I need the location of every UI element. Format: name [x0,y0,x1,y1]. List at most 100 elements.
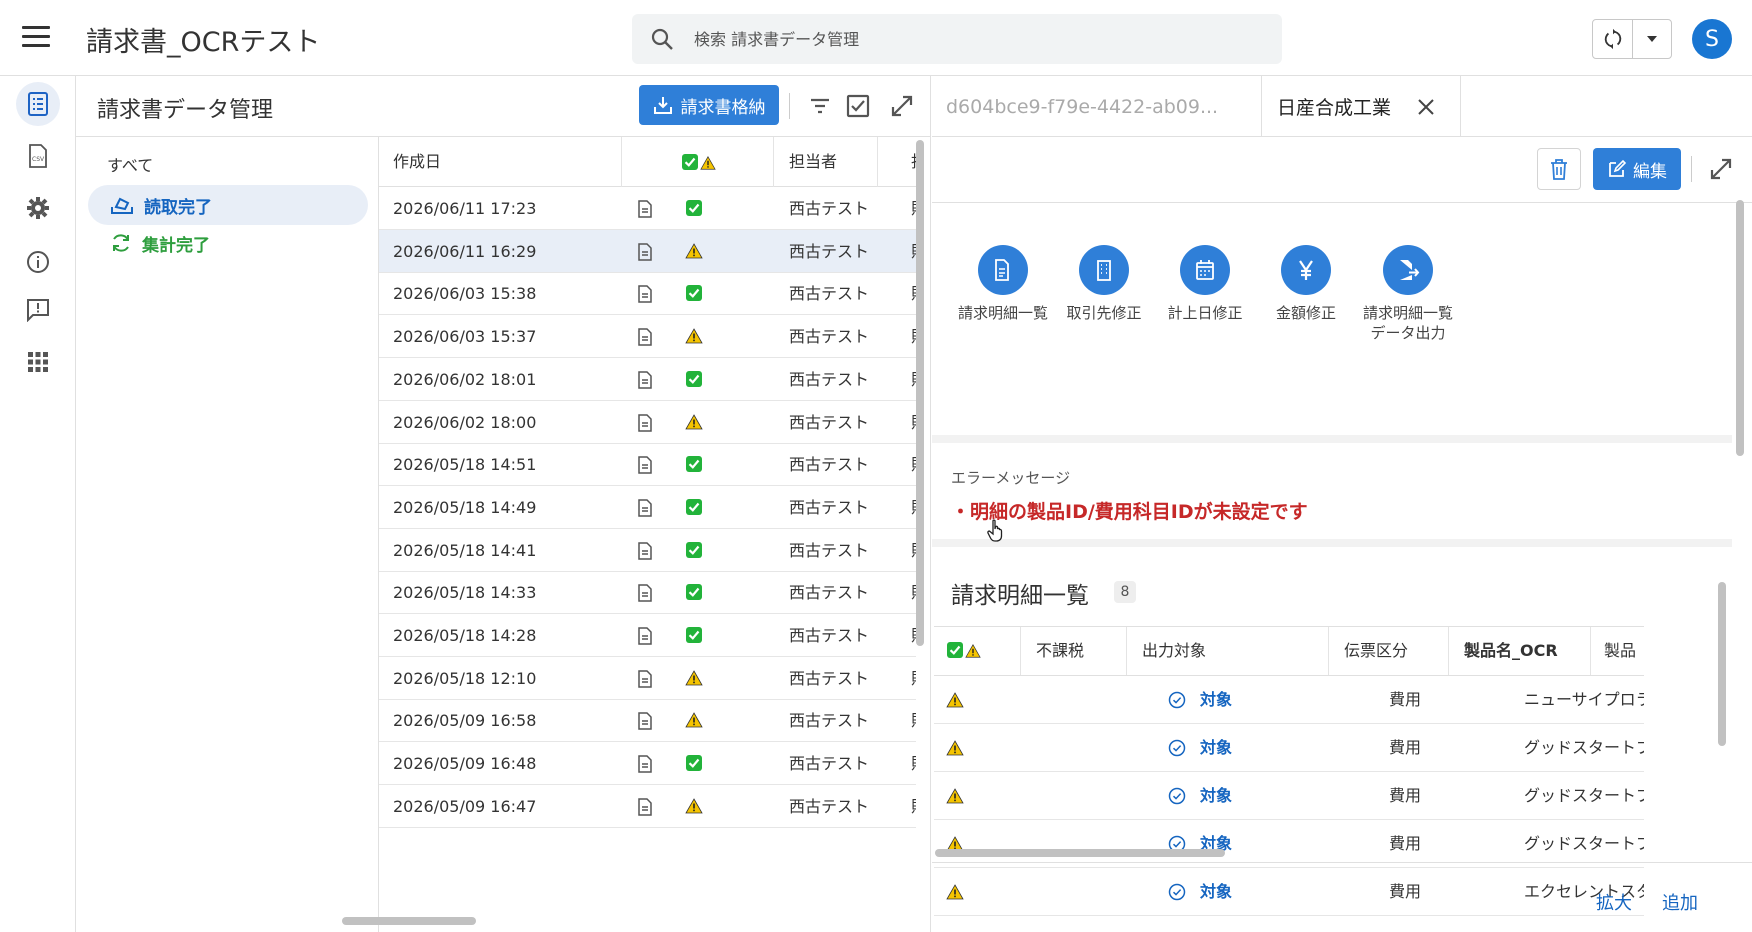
table-row[interactable]: 2026/06/11 16:29西古テスト則 [379,229,916,273]
action-calendar[interactable]: 計上日修正 [1150,245,1260,323]
select-check-icon[interactable] [845,93,871,119]
document-icon[interactable] [637,755,653,773]
output-target-link[interactable]: 対象 [1200,676,1232,724]
table-row[interactable]: 2026/05/18 14:41西古テスト則 [379,529,916,572]
table-row[interactable]: 2026/06/02 18:01西古テスト則 [379,358,916,401]
table-row[interactable]: 2026/05/09 16:48 西古テスト 則 [379,742,916,786]
table-row[interactable]: 2026/05/18 14:49西古テスト則 [379,486,916,529]
slip-kind: 費用 [1389,786,1422,805]
item-row[interactable]: 対象 費用 グッドスタートプ... [934,820,1644,868]
action-building[interactable]: 取引先修正 [1049,245,1159,323]
row-owner: 西古テスト [789,583,870,603]
document-icon[interactable] [637,712,653,730]
action-export-file[interactable]: 請求明細一覧 データ出力 [1353,245,1463,343]
document-icon[interactable] [637,371,653,389]
rail-item-list[interactable] [16,82,60,126]
filter-all[interactable]: すべて [107,152,153,176]
table-row[interactable]: 2026/05/09 16:58 西古テスト 則 [379,699,916,743]
document-icon[interactable] [637,670,653,688]
rail-item-apps[interactable] [16,340,60,384]
table-row[interactable]: 2026/05/18 14:28西古テスト則 [379,614,916,657]
sync-dropdown-button[interactable] [1633,20,1671,58]
rail-item-csv[interactable]: CSV [16,134,60,178]
table-row[interactable]: 2026/05/18 12:10 西古テスト 則 [379,657,916,700]
document-icon[interactable] [637,414,653,432]
row-date: 2026/06/03 15:38 [393,284,537,304]
row-date: 2026/05/18 14:51 [393,455,537,475]
tab-company-label: 日産合成工業 [1277,97,1392,119]
delete-button[interactable] [1537,148,1581,190]
row-owner: 西古テスト [789,754,870,774]
filter-icon[interactable] [807,93,833,119]
action-document[interactable]: 請求明細一覧 [948,245,1058,323]
table-row[interactable]: 2026/06/03 15:37西古テスト則 [379,315,916,359]
document-icon[interactable] [637,200,653,218]
col-product-ocr[interactable]: 製品名_OCR [1464,627,1558,675]
item-row[interactable]: 対象 費用 グッドスタートプ... [934,724,1644,772]
expand-icon[interactable] [1708,156,1734,182]
document-icon[interactable] [637,584,653,602]
items-h-scrollbar[interactable] [935,849,1225,857]
output-target-link[interactable]: 対象 [1200,772,1232,820]
expand-icon[interactable] [889,93,915,119]
table-row[interactable]: 2026/05/18 14:51西古テスト則 [379,443,916,487]
table-row[interactable]: 2026/05/09 16:47 西古テスト 則 [379,785,916,828]
document-icon[interactable] [637,542,653,560]
item-row[interactable]: 対象 費用 ニューサイプロラ... [934,676,1644,724]
tab-company[interactable]: 日産合成工業 [1263,76,1461,137]
col-output[interactable]: 出力対象 [1142,627,1206,675]
col-status[interactable] [681,153,716,171]
filter-agg-done[interactable]: 集計完了 [88,223,368,263]
item-row[interactable]: 対象 費用 グッドスタートプ... [934,772,1644,820]
table-row[interactable]: 2026/06/03 15:38西古テスト則 [379,272,916,316]
document-icon[interactable] [637,627,653,645]
row-date: 2026/05/09 16:48 [393,754,537,774]
search-bar[interactable] [632,14,1282,64]
rail-item-info[interactable] [16,240,60,284]
table-row[interactable]: 2026/05/18 14:33西古テスト則 [379,571,916,615]
document-icon[interactable] [637,456,653,474]
action-label: 計上日修正 [1167,304,1243,322]
document-icon[interactable] [637,243,653,261]
action-yen[interactable]: 金額修正 [1251,245,1361,323]
slip-kind: 費用 [1389,690,1422,709]
document-icon[interactable] [637,798,653,816]
add-link[interactable]: 追加 [1662,889,1698,915]
list-scrollbar[interactable] [916,140,924,646]
close-icon[interactable] [1417,98,1435,116]
status-filter-list: すべて 読取完了 集計完了 [76,137,378,932]
row-cut-cell: 則 [911,742,916,785]
detail-scrollbar[interactable] [1736,200,1744,456]
col-owner[interactable]: 担当者 [789,137,837,187]
col-product[interactable]: 製品 [1604,627,1636,675]
col-item-status[interactable] [946,641,981,659]
col-created[interactable]: 作成日 [393,137,441,187]
output-target-link[interactable]: 対象 [1200,724,1232,772]
col-slip[interactable]: 伝票区分 [1344,627,1408,675]
search-input[interactable] [694,14,1264,64]
tab-invoice-id[interactable]: d604bce9-f79e-4422-ab09... [932,76,1262,137]
document-icon[interactable] [637,499,653,517]
list-h-scrollbar[interactable] [342,917,476,925]
document-icon[interactable] [637,285,653,303]
detail-tabs: d604bce9-f79e-4422-ab09... 日産合成工業 [932,76,1752,137]
items-scrollbar[interactable] [1718,582,1726,746]
filter-read-done[interactable]: 読取完了 [88,185,368,225]
table-row[interactable]: 2026/06/02 18:00西古テスト則 [379,401,916,444]
edit-icon [1609,159,1627,177]
menu-icon[interactable] [22,26,50,50]
row-owner: 西古テスト [789,199,870,218]
check-status-icon [685,370,703,388]
edit-button[interactable]: 編集 [1593,148,1681,190]
avatar[interactable]: S [1692,19,1732,59]
table-row[interactable]: 2026/06/11 17:23西古テスト則 [379,187,916,230]
expand-link[interactable]: 拡大 [1596,889,1632,915]
feedback-icon [27,299,49,322]
store-invoice-button[interactable]: 請求書格納 [639,85,779,125]
sync-button[interactable] [1593,20,1633,58]
rail-item-settings[interactable] [16,186,60,230]
rail-item-feedback[interactable] [16,288,60,332]
document-icon[interactable] [637,328,653,346]
output-target-link[interactable]: 対象 [1200,820,1232,868]
col-tax-free[interactable]: 不課税 [1036,627,1084,675]
